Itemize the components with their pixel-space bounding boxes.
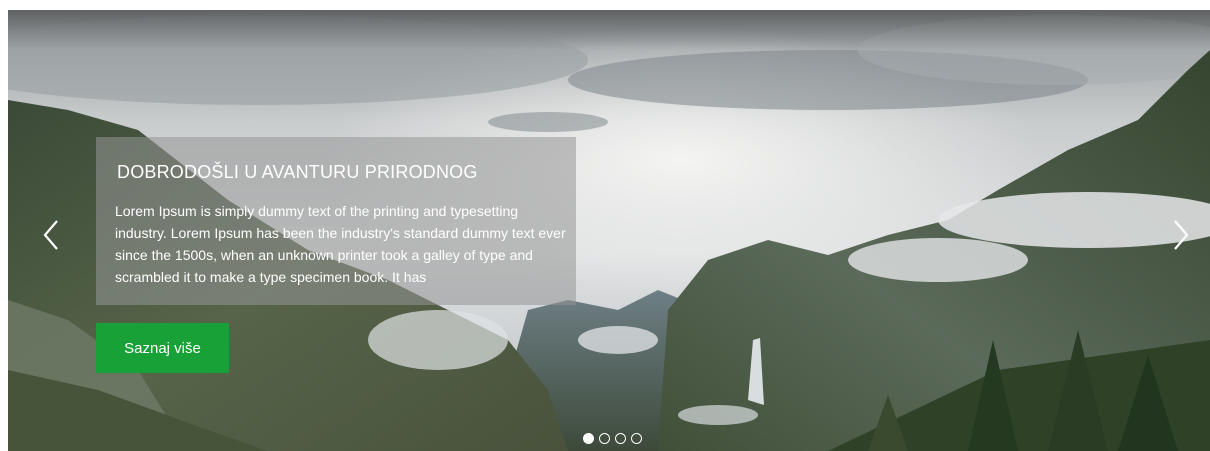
slide-indicator-3[interactable] [615,433,626,444]
chevron-left-icon [43,220,58,250]
slide-indicator-1[interactable] [583,433,594,444]
slide-description: Lorem Ipsum is simply dummy text of the … [115,203,566,285]
previous-slide-button[interactable] [40,218,64,252]
slide-indicator-4[interactable] [631,433,642,444]
chevron-right-icon [1174,220,1189,250]
slide-indicators [583,433,642,445]
learn-more-button[interactable]: Saznaj više [96,323,229,373]
slide-indicator-2[interactable] [599,433,610,444]
next-slide-button[interactable] [1168,218,1192,252]
hero-carousel: DOBRODOŠLI U AVANTURU PRIRODNOG Lorem Ip… [8,10,1210,451]
slide-title: DOBRODOŠLI U AVANTURU PRIRODNOG [117,162,478,182]
